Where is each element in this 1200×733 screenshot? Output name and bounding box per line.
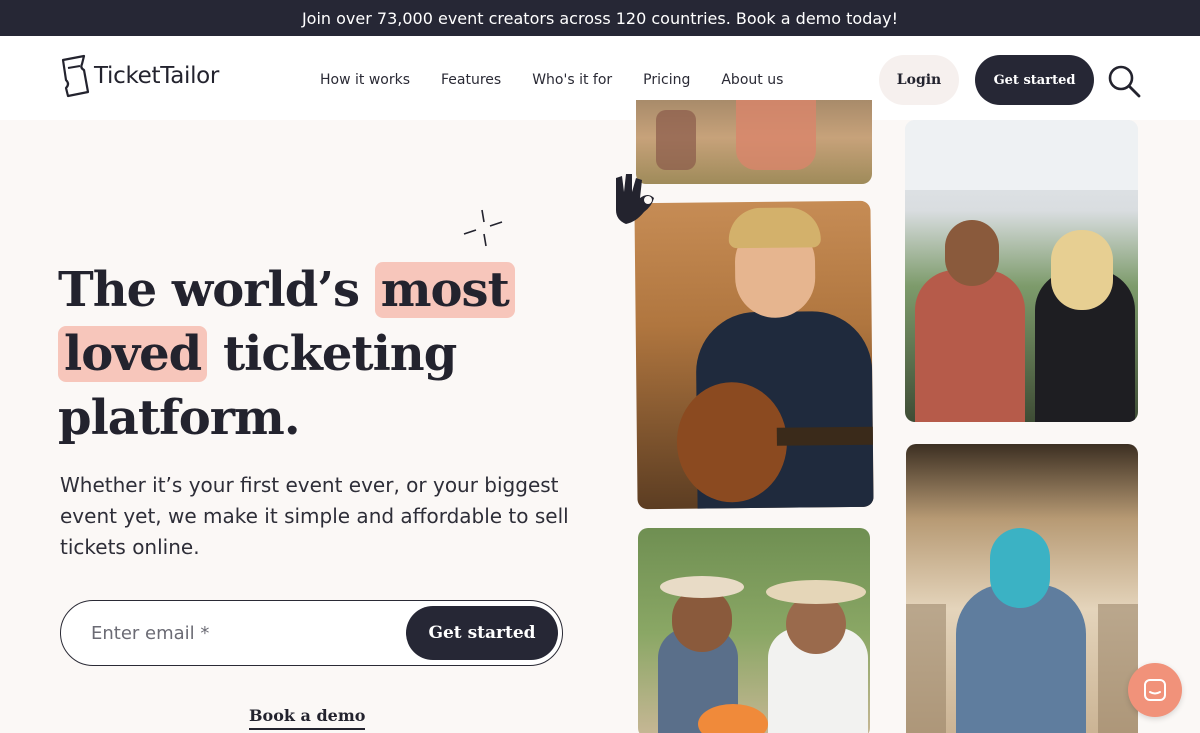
festival-photo [636, 100, 872, 184]
headline-highlight-most: most [374, 262, 515, 318]
main-nav: How it works Features Who's it for Prici… [320, 72, 783, 88]
nav-features[interactable]: Features [441, 72, 501, 88]
ticket-logo-icon [61, 54, 90, 98]
nav-how-it-works[interactable]: How it works [320, 72, 410, 88]
book-demo-link[interactable]: Book a demo [249, 706, 366, 730]
hero-headline: The world’s most loved ticketing platfor… [58, 258, 618, 450]
login-button[interactable]: Login [879, 55, 959, 105]
headline-text: platform. [58, 390, 301, 446]
site-header: TicketTailor How it works Features Who's… [0, 36, 1200, 120]
announcement-bar[interactable]: Join over 73,000 event creators across 1… [0, 0, 1200, 36]
announcement-text[interactable]: Join over 73,000 event creators across 1… [302, 9, 898, 28]
email-signup-form: Get started [60, 600, 563, 666]
chat-icon [1144, 679, 1166, 701]
email-input[interactable] [91, 617, 391, 649]
musician-photo [634, 200, 874, 510]
hero-subtext: Whether it’s your first event ever, or y… [60, 473, 569, 559]
nav-whos-it-for[interactable]: Who's it for [532, 72, 612, 88]
conference-photo [906, 444, 1138, 733]
brand-logo[interactable]: TicketTailor [58, 52, 219, 100]
email-get-started-button[interactable]: Get started [406, 606, 558, 660]
search-icon [1108, 65, 1141, 98]
nav-about-us[interactable]: About us [721, 72, 783, 88]
hand-icon [616, 174, 654, 224]
crowd-photo [905, 120, 1138, 422]
get-started-button[interactable]: Get started [975, 55, 1094, 105]
friends-photo [638, 528, 870, 733]
brand-name: TicketTailor [94, 63, 220, 89]
nav-pricing[interactable]: Pricing [643, 72, 690, 88]
search-button[interactable] [1106, 63, 1142, 99]
sparkle-icon [463, 209, 503, 247]
headline-text: The world’s [58, 262, 375, 318]
headline-text: ticketing [207, 326, 457, 382]
chat-button[interactable] [1128, 663, 1182, 717]
headline-highlight-loved: loved [58, 326, 208, 382]
